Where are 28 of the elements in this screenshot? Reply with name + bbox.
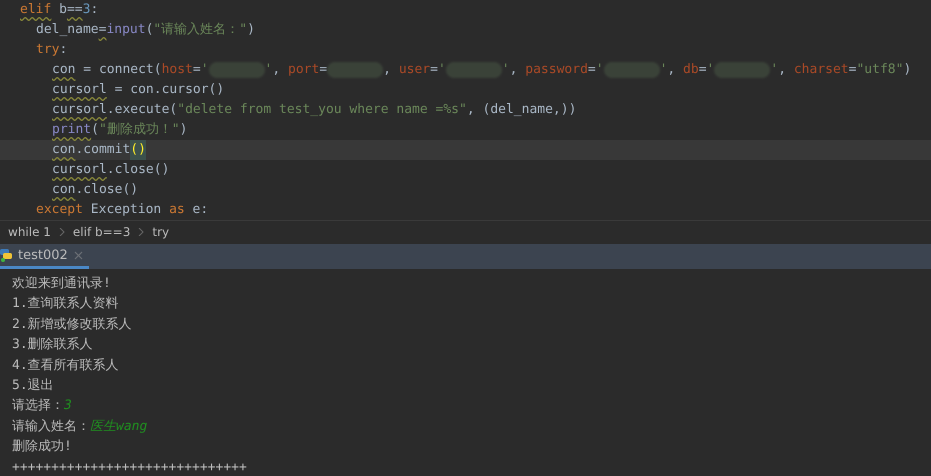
- chevron-icon: [58, 228, 65, 236]
- code-line: cursorl = con.cursor(): [51, 81, 226, 99]
- console-line: 删除成功!: [12, 438, 73, 456]
- code-line: print("删除成功！"): [51, 121, 188, 139]
- code-line: del_name=input("请输入姓名："): [35, 21, 256, 39]
- code-line: cursorl.execute("delete from test_you where name =%s", (del_name,)): [51, 101, 578, 119]
- console-line: 5.退出: [12, 376, 55, 395]
- console-line: 2.新增或修改联系人: [12, 316, 133, 334]
- close-icon[interactable]: [74, 250, 83, 260]
- console-line: 欢迎来到通讯录!: [12, 275, 112, 293]
- code-line: cursorl.close(): [51, 161, 170, 179]
- console-line: 1.查询联系人资料: [12, 295, 120, 314]
- console-line: ++++++++++++++++++++++++++++++: [12, 458, 248, 476]
- console-line: 4.查看所有联系人: [12, 356, 120, 375]
- python-icon: [0, 248, 12, 262]
- code-line: try:: [35, 41, 68, 59]
- console-line: 请输入姓名：医生wang: [12, 418, 148, 436]
- code-line: except Exception as e:: [35, 201, 210, 219]
- breadcrumb-item[interactable]: while 1: [8, 225, 51, 239]
- console-line: 请选择：3: [12, 397, 73, 416]
- code-line: elif b==3:: [19, 1, 100, 19]
- tab-label: test002: [18, 248, 68, 262]
- breadcrumb-item[interactable]: try: [152, 225, 170, 239]
- chevron-icon: [138, 228, 144, 236]
- console-line: 3.删除联系人: [12, 336, 94, 354]
- breadcrumb-item[interactable]: elif b==3: [72, 225, 130, 239]
- code-line: con = connect(host=' ', port= , user=' ', password=' ', db=' ', charset="utf8"): [51, 61, 912, 80]
- code-line: con.close(): [51, 181, 140, 199]
